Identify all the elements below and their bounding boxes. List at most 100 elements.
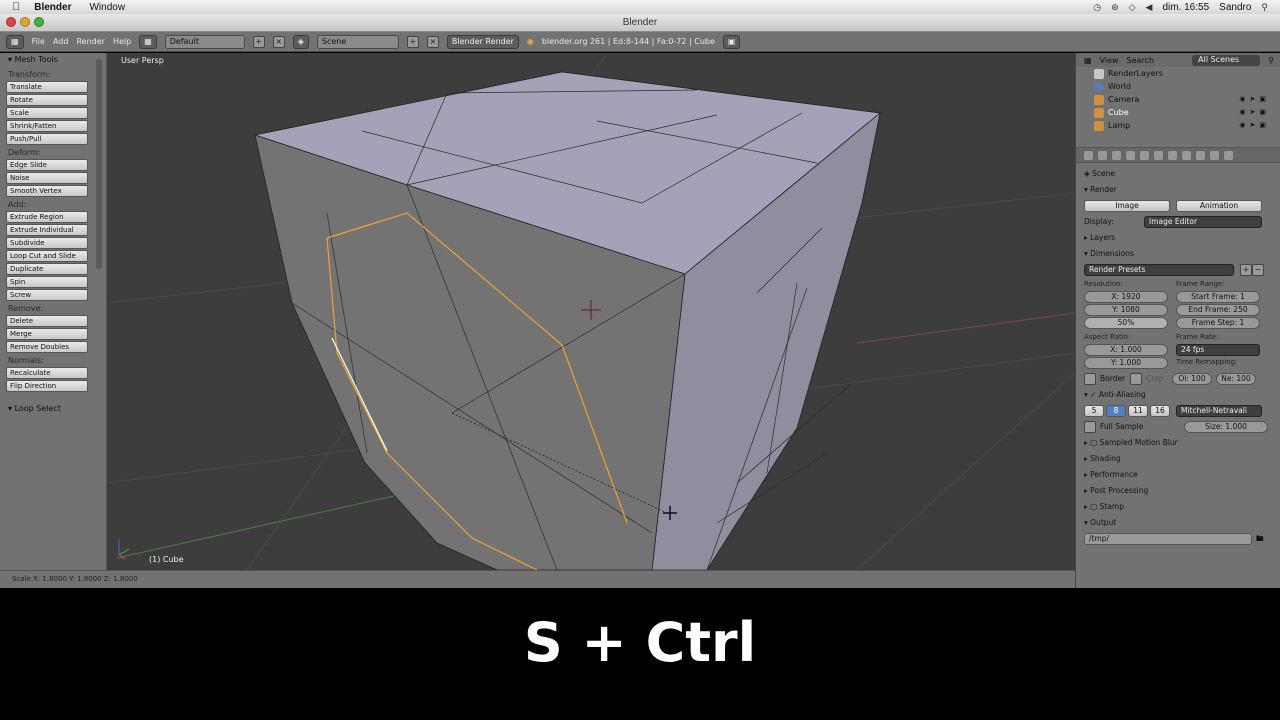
loop-select-panel[interactable]: ▾ Loop Select [0,402,106,416]
aa-samples-11[interactable]: 11 [1128,404,1148,417]
tool-button-extrude-region[interactable]: Extrude Region [6,211,88,223]
tool-button-smooth-vertex[interactable]: Smooth Vertex [6,185,88,197]
render-presets-select[interactable]: Render Presets [1084,263,1234,276]
post-processing-panel-header[interactable]: ▸ Post Processing [1084,484,1272,497]
layers-panel-header[interactable]: ▸ Layers [1084,231,1272,244]
3d-viewport[interactable]: User Persp (1) Cube [107,53,1075,570]
display-select[interactable]: Image Editor [1144,215,1262,228]
anti-aliasing-panel-header[interactable]: ▾ ✓ Anti-Aliasing [1084,388,1272,401]
add-layout-button[interactable]: + [252,35,265,48]
material-tab-icon[interactable] [1182,150,1191,160]
tool-button-extrude-individual[interactable]: Extrude Individual [6,224,88,236]
modifiers-tab-icon[interactable] [1154,150,1163,160]
fps-select[interactable]: 24 fps [1176,344,1260,356]
render-panel-header[interactable]: ▾ Render [1084,183,1272,196]
dimensions-panel-header[interactable]: ▾ Dimensions [1084,247,1272,260]
texture-tab-icon[interactable] [1196,150,1205,160]
add-scene-button[interactable]: + [406,35,419,48]
aspect-y-field[interactable]: Y: 1.000 [1084,357,1168,369]
tool-button-push-pull[interactable]: Push/Pull [6,133,88,145]
tool-button-remove-doubles[interactable]: Remove Doubles [6,341,88,353]
clock[interactable]: dim. 16:55 [1162,2,1209,13]
folder-icon[interactable]: 🖿 [1256,532,1264,545]
zoom-window-button[interactable] [34,17,44,27]
old-remap-field[interactable]: Ol: 100 [1172,372,1212,385]
output-path-field[interactable]: /tmp/ [1084,532,1252,545]
tool-button-duplicate[interactable]: Duplicate [6,263,88,275]
delete-layout-button[interactable]: × [272,35,285,48]
outliner-display-select[interactable]: All Scenes [1192,54,1261,66]
delete-scene-button[interactable]: × [426,35,439,48]
tool-button-spin[interactable]: Spin [6,276,88,288]
add-preset-button[interactable]: + [1240,263,1252,276]
spotlight-icon[interactable]: ⚲ [1261,2,1268,13]
close-window-button[interactable] [6,17,16,27]
tool-button-recalculate[interactable]: Recalculate [6,367,88,379]
scene-tab-icon[interactable] [1098,150,1107,160]
motion-blur-panel-header[interactable]: ▸ ▢ Sampled Motion Blur [1084,436,1272,449]
visibility-icons[interactable]: ◉➤▣ [1239,93,1280,106]
aa-samples-16[interactable]: 16 [1150,404,1170,417]
menu-window[interactable]: Window [89,2,125,13]
wifi-icon[interactable]: ◇ [1129,2,1136,13]
remove-preset-button[interactable]: − [1252,263,1264,276]
tool-button-merge[interactable]: Merge [6,328,88,340]
tool-button-loop-cut-and-slide[interactable]: Loop Cut and Slide [6,250,88,262]
menu-file[interactable]: File [32,37,45,46]
resolution-percent-slider[interactable]: 50% [1084,317,1168,329]
start-frame-field[interactable]: Start Frame: 1 [1176,291,1260,303]
screen-layout-icon[interactable]: ▦ [139,34,157,49]
constraints-tab-icon[interactable] [1140,150,1149,160]
aa-samples-8[interactable]: 8 [1106,404,1126,417]
scene-field[interactable]: Scene [316,34,399,49]
outliner-search-menu[interactable]: Search [1127,56,1154,65]
aa-samples-5[interactable]: 5 [1084,404,1104,417]
apple-icon[interactable]:  [12,1,20,13]
tool-button-edge-slide[interactable]: Edge Slide [6,159,88,171]
data-tab-icon[interactable] [1168,150,1177,160]
resolution-x-field[interactable]: X: 1920 [1084,291,1168,303]
volume-icon[interactable]: ◀ [1146,2,1153,13]
outliner-row-camera[interactable]: Camera ◉➤▣ [1094,93,1280,106]
menu-render[interactable]: Render [76,37,104,46]
outliner-search-icon[interactable]: ⚲ [1268,56,1280,65]
menu-help[interactable]: Help [113,37,131,46]
stamp-panel-header[interactable]: ▸ ▢ Stamp [1084,500,1272,513]
tool-button-subdivide[interactable]: Subdivide [6,237,88,249]
screen-layout-field[interactable]: Default [164,34,245,49]
tool-button-flip-direction[interactable]: Flip Direction [6,380,88,392]
tool-button-rotate[interactable]: Rotate [6,94,88,106]
editor-type-icon[interactable]: ▦ [6,34,24,49]
resolution-y-field[interactable]: Y: 1080 [1084,304,1168,316]
render-image-button[interactable]: Image [1084,199,1170,212]
tool-shelf-scrollbar[interactable] [96,59,102,269]
time-machine-icon[interactable]: ◷ [1093,2,1101,13]
border-checkbox[interactable] [1084,372,1096,385]
end-frame-field[interactable]: End Frame: 250 [1176,304,1260,316]
tool-button-translate[interactable]: Translate [6,81,88,93]
render-tab-icon[interactable] [1084,150,1093,160]
frame-step-field[interactable]: Frame Step: 1 [1176,317,1260,329]
outliner-row-cube[interactable]: Cube ◉➤▣ [1094,106,1280,119]
full-sample-checkbox[interactable] [1084,420,1096,433]
tool-shelf-title[interactable]: ▾ Mesh Tools [0,53,106,67]
new-remap-field[interactable]: Ne: 100 [1216,372,1256,385]
render-animation-button[interactable]: Animation [1176,199,1262,212]
minimize-window-button[interactable] [20,17,30,27]
crop-checkbox[interactable] [1130,372,1142,385]
user-name[interactable]: Sandro [1219,2,1251,13]
object-tab-icon[interactable] [1126,150,1135,160]
render-engine-select[interactable]: Blender Render [446,34,519,49]
aa-filter-select[interactable]: Mitchell-Netravali [1176,404,1262,417]
bluetooth-icon[interactable]: ⊛ [1111,2,1119,13]
outliner-editor-icon[interactable]: ▦ [1084,56,1092,65]
aspect-x-field[interactable]: X: 1.000 [1084,344,1168,356]
shading-panel-header[interactable]: ▸ Shading [1084,452,1272,465]
app-name[interactable]: Blender [34,2,71,13]
performance-panel-header[interactable]: ▸ Performance [1084,468,1272,481]
outliner-view-menu[interactable]: View [1100,56,1119,65]
aa-size-field[interactable]: Size: 1.000 [1184,420,1268,433]
tool-button-screw[interactable]: Screw [6,289,88,301]
tool-button-shrink-fatten[interactable]: Shrink/Fatten [6,120,88,132]
menu-add[interactable]: Add [53,37,69,46]
